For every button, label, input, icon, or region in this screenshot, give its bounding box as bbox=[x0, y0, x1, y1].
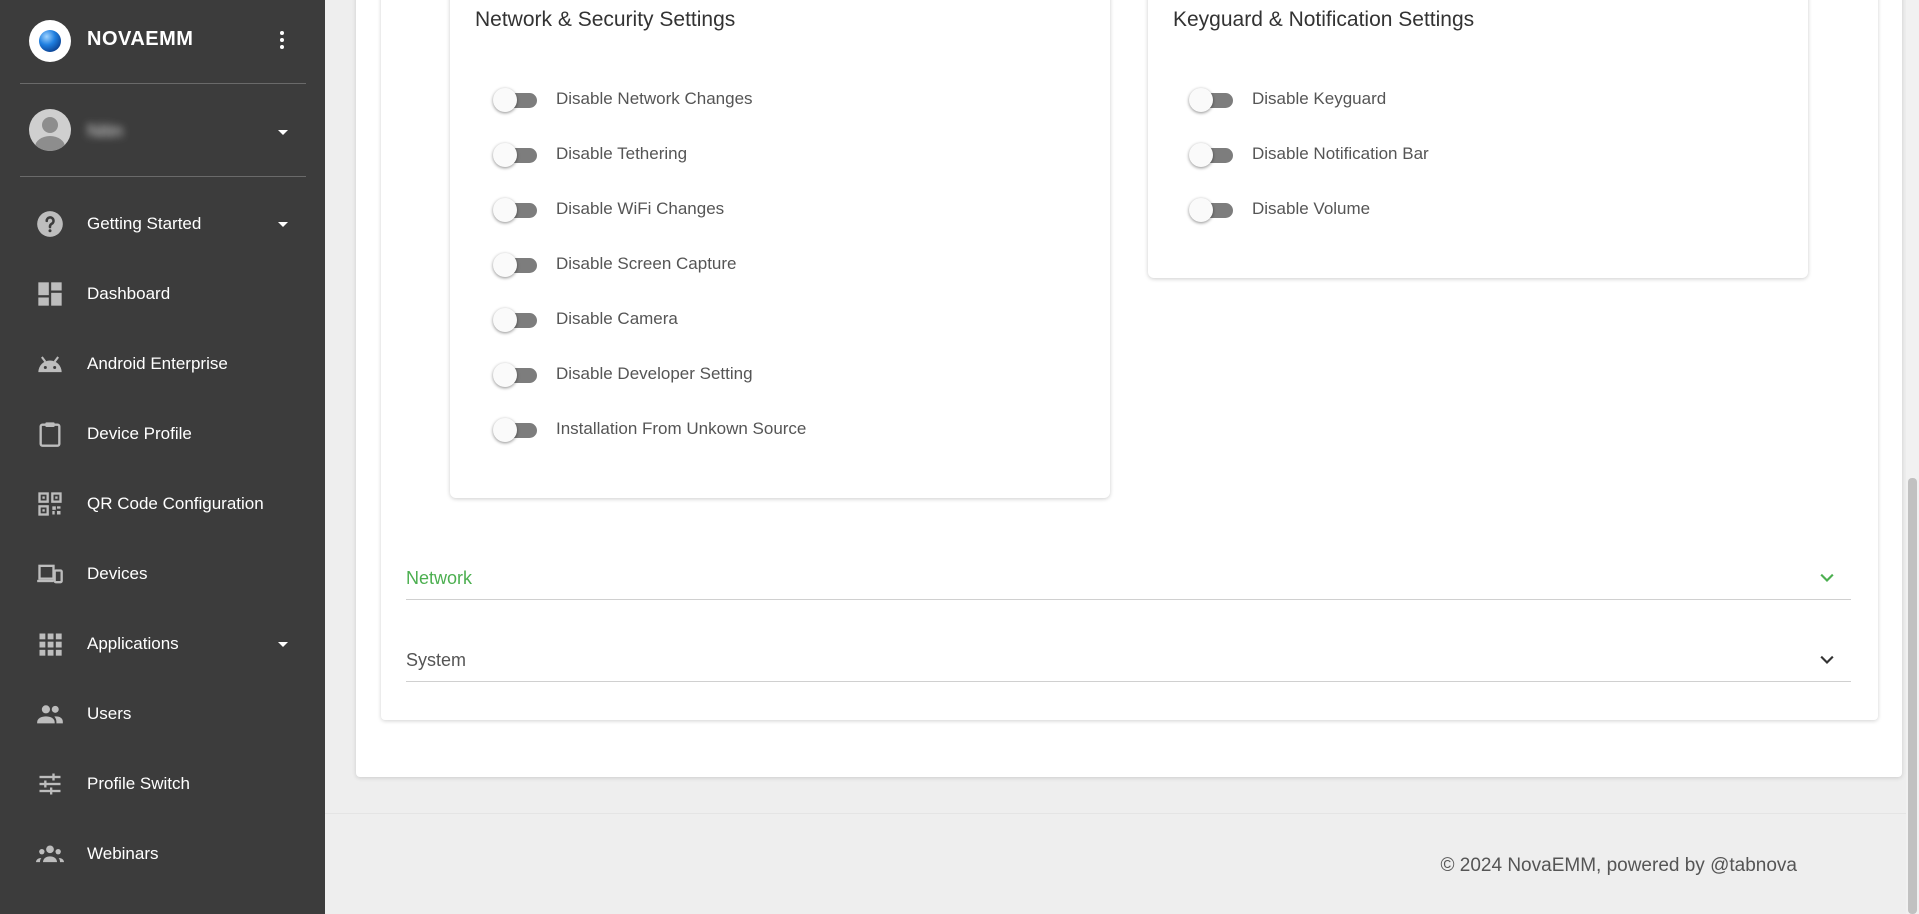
disable-notification-bar-toggle[interactable] bbox=[1189, 143, 1233, 167]
sidebar-item-qr-code-configuration[interactable]: QR Code Configuration bbox=[0, 476, 325, 532]
sidebar-item-applications[interactable]: Applications bbox=[0, 616, 325, 672]
user-profile-menu[interactable]: Nitin bbox=[0, 101, 325, 161]
toggle-label: Disable Volume bbox=[1252, 199, 1371, 218]
user-name: Nitin bbox=[87, 121, 124, 141]
page-scrollbar[interactable] bbox=[1906, 0, 1919, 914]
sidebar-item-label: Dashboard bbox=[87, 284, 171, 303]
help-circle-icon bbox=[37, 211, 63, 237]
disable-volume-toggle[interactable] bbox=[1189, 198, 1233, 222]
toggle-label: Disable Developer Setting bbox=[556, 364, 753, 383]
sidebar-item-label: Getting Started bbox=[87, 214, 202, 233]
toggle-label: Installation From Unkown Source bbox=[556, 419, 807, 438]
sidebar-item-device-profile[interactable]: Device Profile bbox=[0, 406, 325, 462]
users-icon bbox=[37, 705, 63, 724]
disable-network-changes-toggle[interactable] bbox=[493, 88, 537, 112]
avatar bbox=[29, 109, 71, 151]
network-security-settings-card: Network & Security Settings Disable Netw… bbox=[450, 0, 1110, 498]
disable-wifi-changes-toggle[interactable] bbox=[493, 198, 537, 222]
sidebar-item-label: Applications bbox=[87, 634, 179, 653]
sidebar-divider bbox=[20, 176, 306, 177]
toggle-label: Disable Keyguard bbox=[1252, 89, 1387, 108]
sidebar: NOVAEMM Nitin Getting Started Dashboard … bbox=[0, 0, 325, 914]
more-options-icon[interactable] bbox=[272, 28, 292, 54]
qr-code-icon bbox=[38, 492, 62, 516]
android-icon bbox=[38, 356, 62, 373]
keyguard-notification-settings-card: Keyguard & Notification Settings Disable… bbox=[1148, 0, 1808, 278]
chevron-down-icon bbox=[278, 642, 288, 647]
sidebar-item-webinars[interactable]: Webinars bbox=[0, 826, 325, 882]
disable-tethering-toggle[interactable] bbox=[493, 143, 537, 167]
sidebar-divider bbox=[20, 83, 306, 84]
accordion-label: System bbox=[406, 650, 467, 670]
chevron-down-icon[interactable] bbox=[1817, 650, 1837, 670]
sidebar-item-label: Webinars bbox=[87, 844, 159, 863]
toggle-label: Disable Network Changes bbox=[556, 89, 753, 108]
devices-icon bbox=[37, 564, 63, 584]
toggle-label: Disable Tethering bbox=[556, 144, 688, 163]
sidebar-item-label: Device Profile bbox=[87, 424, 192, 443]
sidebar-item-getting-started[interactable]: Getting Started bbox=[0, 196, 325, 252]
sidebar-item-profile-switch[interactable]: Profile Switch bbox=[0, 756, 325, 812]
toggle-label: Disable Camera bbox=[556, 309, 678, 328]
chevron-down-icon bbox=[278, 222, 288, 227]
sidebar-item-label: Profile Switch bbox=[87, 774, 190, 793]
clipboard-icon bbox=[39, 422, 61, 447]
scrollbar-thumb[interactable] bbox=[1908, 478, 1917, 914]
toggle-label: Disable Notification Bar bbox=[1252, 144, 1429, 163]
toggle-label: Disable WiFi Changes bbox=[556, 199, 725, 218]
brand-header: NOVAEMM bbox=[0, 0, 325, 82]
apps-grid-icon bbox=[39, 633, 62, 656]
accordion-label: Network bbox=[406, 568, 473, 588]
toggle-label: Disable Screen Capture bbox=[556, 254, 737, 273]
system-accordion[interactable]: System bbox=[406, 642, 1851, 682]
groups-icon bbox=[36, 845, 64, 863]
sidebar-item-devices[interactable]: Devices bbox=[0, 546, 325, 602]
sidebar-item-dashboard[interactable]: Dashboard bbox=[0, 266, 325, 322]
dashboard-icon bbox=[38, 282, 62, 306]
footer-copyright: © 2024 NovaEMM, powered by @tabnova bbox=[1440, 855, 1797, 876]
card-title: Network & Security Settings bbox=[475, 8, 736, 31]
sidebar-item-android-enterprise[interactable]: Android Enterprise bbox=[0, 336, 325, 392]
disable-screen-capture-toggle[interactable] bbox=[493, 253, 537, 277]
footer-divider bbox=[325, 813, 1919, 814]
sidebar-item-label: Users bbox=[87, 704, 132, 723]
card-title: Keyguard & Notification Settings bbox=[1173, 8, 1475, 31]
chevron-down-icon[interactable] bbox=[278, 130, 288, 135]
sidebar-item-label: Devices bbox=[87, 564, 148, 583]
sidebar-item-label: QR Code Configuration bbox=[87, 494, 264, 513]
novaemm-logo[interactable] bbox=[29, 20, 71, 62]
disable-developer-setting-toggle[interactable] bbox=[493, 363, 537, 387]
tune-icon bbox=[39, 773, 61, 795]
disable-keyguard-toggle[interactable] bbox=[1189, 88, 1233, 112]
sidebar-item-users[interactable]: Users bbox=[0, 686, 325, 742]
network-accordion[interactable]: Network bbox=[406, 560, 1851, 600]
sidebar-item-label: Android Enterprise bbox=[87, 354, 228, 373]
installation-unknown-source-toggle[interactable] bbox=[493, 418, 537, 442]
brand-name: NOVAEMM bbox=[87, 28, 194, 50]
chevron-down-icon[interactable] bbox=[1817, 568, 1837, 588]
disable-camera-toggle[interactable] bbox=[493, 308, 537, 332]
